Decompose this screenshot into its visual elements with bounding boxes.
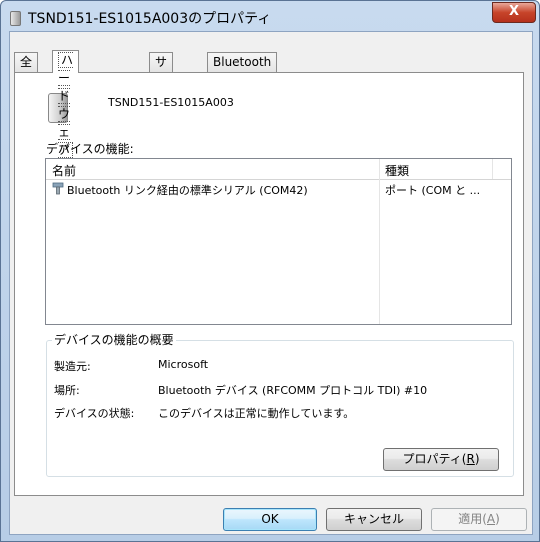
status-value: このデバイスは正常に動作しています。 <box>158 407 355 420</box>
ok-button[interactable]: OK <box>223 508 317 531</box>
properties-button[interactable]: プロパティ(R) <box>383 448 499 471</box>
properties-button-label: プロパティ( <box>402 452 467 466</box>
column-type[interactable]: 種類 <box>385 162 409 179</box>
title-bar[interactable]: TSND151-ES1015A003のプロパティ X <box>1 1 539 31</box>
device-icon <box>10 11 21 26</box>
serial-port-icon <box>52 182 64 195</box>
tab-bluetooth[interactable]: Bluetooth <box>207 52 278 72</box>
tab-general[interactable]: 全般 <box>14 52 39 87</box>
manufacturer-label: 製造元: <box>54 360 91 373</box>
apply-button[interactable]: 適用(A) <box>431 508 527 531</box>
properties-button-close: ) <box>474 452 480 466</box>
list-item-type: ポート (COM と ... <box>385 184 481 197</box>
manufacturer-value: Microsoft <box>158 358 209 371</box>
tab-hardware[interactable]: ハードウェア <box>52 50 80 158</box>
apply-button-label: 適用( <box>458 512 487 526</box>
tab-services[interactable]: サービス <box>149 52 174 123</box>
close-button[interactable]: X <box>492 2 536 23</box>
status-label: デバイスの状態: <box>54 407 135 420</box>
cancel-button[interactable]: キャンセル <box>326 508 422 531</box>
summary-group-label: デバイスの機能の概要 <box>52 331 176 348</box>
functions-list[interactable]: 名前 種類 Bluetooth リンク経由の標準シリアル (COM42) ポート… <box>45 158 512 325</box>
location-label: 場所: <box>54 384 80 397</box>
apply-accel: A <box>486 512 496 526</box>
window-title: TSND151-ES1015A003のプロパティ <box>28 11 272 27</box>
list-item-name: Bluetooth リンク経由の標準シリアル (COM42) <box>67 184 308 197</box>
device-name: TSND151-ES1015A003 <box>108 96 234 109</box>
properties-accel: R <box>466 452 475 466</box>
column-divider <box>492 159 493 179</box>
list-item[interactable]: Bluetooth リンク経由の標準シリアル (COM42) ポート (COM … <box>46 180 493 198</box>
location-value: Bluetooth デバイス (RFCOMM プロトコル TDI) #10 <box>158 384 428 397</box>
list-header: 名前 種類 <box>46 159 511 180</box>
column-name[interactable]: 名前 <box>52 162 76 179</box>
apply-button-close: ) <box>495 512 500 526</box>
